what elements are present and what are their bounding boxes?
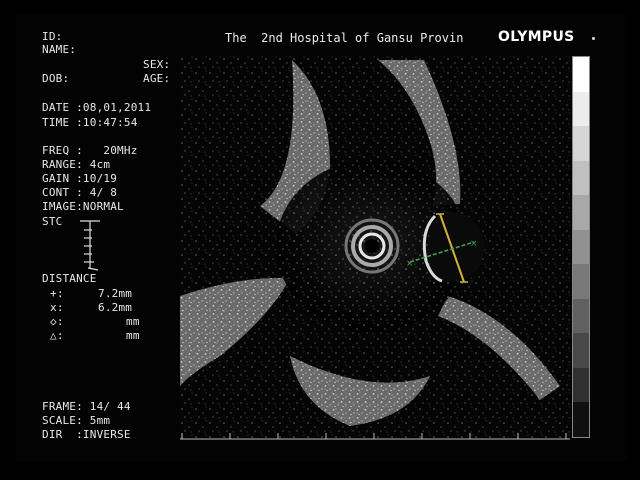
- time-readout: TIME :10:47:54: [42, 116, 138, 129]
- dob-label: DOB:: [42, 72, 70, 85]
- name-label: NAME:: [42, 43, 77, 56]
- brand-logo: OLYMPUS: [498, 29, 575, 45]
- range-readout: RANGE: 4cm: [42, 158, 111, 171]
- distance-value-x: 6.2mm: [98, 301, 133, 314]
- frame-readout: FRAME: 14/ 44: [42, 400, 131, 413]
- brand-logo-dot: [592, 37, 595, 40]
- distance-value-diamond: mm: [126, 315, 140, 328]
- scale-readout: SCALE: 5mm: [42, 414, 111, 427]
- stc-curve-icon: [80, 220, 100, 271]
- svg-text:×: ×: [470, 239, 478, 249]
- distance-symbol-x: x:: [50, 301, 64, 314]
- hospital-name: The 2nd Hospital of Gansu Provin: [225, 31, 464, 45]
- date-readout: DATE :08,01,2011: [42, 101, 152, 114]
- stc-label: STC: [42, 215, 63, 228]
- sex-label: SEX:: [143, 58, 171, 71]
- image-readout: IMAGE:NORMAL: [42, 200, 124, 213]
- distance-symbol-diamond: ◇:: [50, 315, 64, 328]
- ultrasound-screen: The 2nd Hospital of Gansu Provin OLYMPUS…: [0, 0, 640, 480]
- ultrasound-image: × ×: [180, 56, 570, 440]
- freq-readout: FREQ : 20MHz: [42, 144, 138, 157]
- distance-symbol-plus: +:: [50, 287, 64, 300]
- grayscale-bar: [572, 56, 590, 438]
- svg-text:×: ×: [406, 259, 414, 269]
- age-label: AGE:: [143, 72, 171, 85]
- gain-readout: GAIN :10/19: [42, 172, 118, 185]
- distance-symbol-triangle: △:: [50, 329, 64, 342]
- cont-readout: CONT : 4/ 8: [42, 186, 118, 199]
- id-label: ID:: [42, 30, 63, 43]
- direction-readout: DIR :INVERSE: [42, 428, 131, 441]
- distance-title: DISTANCE: [42, 272, 97, 285]
- distance-value-triangle: mm: [126, 329, 140, 342]
- distance-value-plus: 7.2mm: [98, 287, 133, 300]
